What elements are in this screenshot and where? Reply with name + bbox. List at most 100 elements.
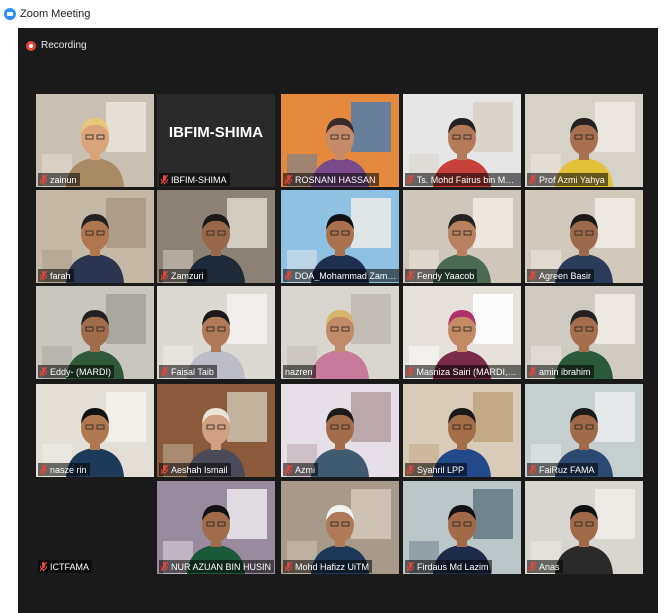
participant-name-bar: Masniza Sairi (MARDI, M...	[405, 365, 521, 378]
participant-name-bar: Eddy- (MARDI)	[38, 365, 115, 378]
participant-name: nasze rin	[50, 464, 87, 475]
mic-muted-icon	[528, 561, 537, 572]
participant-name: Mohd Hafizz UiTM	[295, 561, 370, 572]
participant-tile[interactable]: Syahril LPP	[403, 384, 521, 477]
mic-muted-icon	[406, 464, 415, 475]
mic-muted-icon	[528, 366, 537, 377]
participant-tile[interactable]: FaiRuz FAMA	[525, 384, 643, 477]
participant-tile[interactable]: Prof Azmi Yahya	[525, 94, 643, 187]
participant-name-bar: Syahril LPP	[405, 463, 468, 476]
participant-tile[interactable]: DOA_Mohammad Zamani	[281, 190, 399, 283]
participant-name: Firdaus Md Lazim	[417, 561, 489, 572]
mic-muted-icon	[406, 174, 415, 185]
participant-name-bar: Fendy Yaacob	[405, 269, 478, 282]
mic-muted-icon	[528, 464, 537, 475]
participant-tile[interactable]: Aeshah Ismail	[157, 384, 275, 477]
participant-name-bar: nasze rin	[38, 463, 90, 476]
mic-muted-icon	[160, 464, 169, 475]
participant-name: zainun	[50, 174, 77, 185]
mic-muted-icon	[160, 366, 169, 377]
participant-name: Syahril LPP	[417, 464, 465, 475]
meeting-stage: Recording zainun IBFIM-SHIMA IBFIM-SHIMA RO…	[18, 28, 658, 613]
participant-name: Faisal Taib	[171, 366, 214, 377]
participant-name: Anas	[539, 561, 560, 572]
participant-name: ROSNANI HASSAN	[295, 174, 376, 185]
participant-name-bar: Faisal Taib	[159, 365, 217, 378]
participant-name-bar: ICTFAMA	[38, 560, 93, 573]
mic-muted-icon	[39, 366, 48, 377]
mic-muted-icon	[406, 561, 415, 572]
participant-tile[interactable]: Ts. Mohd Fairus bin Moh...	[403, 94, 521, 187]
participant-tile[interactable]: nazren	[281, 286, 399, 379]
participant-tile[interactable]: farah	[36, 190, 154, 283]
mic-muted-icon	[528, 270, 537, 281]
participant-name: IBFIM-SHIMA	[171, 174, 227, 185]
participant-tile[interactable]: Mohd Hafizz UiTM	[281, 481, 399, 574]
participant-tile[interactable]: IBFIM-SHIMA IBFIM-SHIMA	[157, 94, 275, 187]
participant-name-bar: nazren	[283, 365, 316, 378]
mic-muted-icon	[284, 561, 293, 572]
participant-name: Fendy Yaacob	[417, 270, 475, 281]
participant-tile[interactable]: NUR AZUAN BIN HUSIN	[157, 481, 275, 574]
participant-name-bar: FaiRuz FAMA	[527, 463, 598, 476]
participant-name: Prof Azmi Yahya	[539, 174, 605, 185]
participant-tile[interactable]: Agreen Basir	[525, 190, 643, 283]
participant-tile[interactable]: Eddy- (MARDI)	[36, 286, 154, 379]
participant-tile[interactable]: Faisal Taib	[157, 286, 275, 379]
participant-tile[interactable]: nasze rin	[36, 384, 154, 477]
participant-name: NUR AZUAN BIN HUSIN	[171, 561, 272, 572]
mic-muted-icon	[284, 270, 293, 281]
participant-name-bar: DOA_Mohammad Zamani	[283, 269, 399, 282]
participant-tile[interactable]: Masniza Sairi (MARDI, M...	[403, 286, 521, 379]
video-gallery: zainun IBFIM-SHIMA IBFIM-SHIMA ROSNANI HASS…	[18, 28, 658, 613]
participant-name: amin ibrahim	[539, 366, 591, 377]
participant-name-bar: zainun	[38, 173, 80, 186]
mic-muted-icon	[39, 270, 48, 281]
mic-muted-icon	[284, 174, 293, 185]
participant-name: farah	[50, 270, 71, 281]
window-title: Zoom Meeting	[20, 8, 91, 20]
participant-tile[interactable]: Fendy Yaacob	[403, 190, 521, 283]
participant-tile[interactable]: ROSNANI HASSAN	[281, 94, 399, 187]
participant-name-bar: ROSNANI HASSAN	[283, 173, 379, 186]
mic-muted-icon	[406, 270, 415, 281]
participant-name: ICTFAMA	[50, 561, 90, 572]
participant-name: Eddy- (MARDI)	[50, 366, 112, 377]
participant-tile[interactable]: ICTFAMA	[36, 481, 154, 574]
participant-name-bar: Prof Azmi Yahya	[527, 173, 608, 186]
participant-name: Agreen Basir	[539, 270, 592, 281]
participant-name-bar: amin ibrahim	[527, 365, 594, 378]
participant-name-bar: Aeshah Ismail	[159, 463, 231, 476]
tile-banner-text: IBFIM-SHIMA	[168, 124, 264, 141]
mic-muted-icon	[39, 561, 48, 572]
participant-name-bar: Zamzuri	[159, 269, 207, 282]
participant-name-bar: Agreen Basir	[527, 269, 595, 282]
participant-name-bar: Ts. Mohd Fairus bin Moh...	[405, 173, 521, 186]
mic-muted-icon	[284, 464, 293, 475]
mic-muted-icon	[39, 464, 48, 475]
mic-muted-icon	[39, 174, 48, 185]
participant-tile[interactable]: Zamzuri	[157, 190, 275, 283]
participant-name: FaiRuz FAMA	[539, 464, 595, 475]
participant-name-bar: Firdaus Md Lazim	[405, 560, 492, 573]
window-titlebar: Zoom Meeting	[0, 0, 666, 28]
participant-tile[interactable]: Azmi	[281, 384, 399, 477]
participant-tile[interactable]: Firdaus Md Lazim	[403, 481, 521, 574]
participant-name: nazren	[285, 366, 313, 377]
participant-tile[interactable]: zainun	[36, 94, 154, 187]
participant-name: Ts. Mohd Fairus bin Moh...	[416, 174, 519, 185]
mic-muted-icon	[406, 366, 415, 377]
mic-muted-icon	[528, 174, 537, 185]
zoom-logo-icon	[4, 8, 16, 20]
participant-name-bar: IBFIM-SHIMA	[159, 173, 230, 186]
participant-name-bar: farah	[38, 269, 74, 282]
participant-name-bar: NUR AZUAN BIN HUSIN	[159, 560, 275, 573]
participant-name-bar: Azmi	[283, 463, 318, 476]
mic-muted-icon	[160, 270, 169, 281]
participant-name-bar: Anas	[527, 560, 563, 573]
mic-muted-icon	[160, 174, 169, 185]
participant-name: Aeshah Ismail	[171, 464, 228, 475]
participant-name: DOA_Mohammad Zamani	[294, 270, 397, 281]
participant-tile[interactable]: Anas	[525, 481, 643, 574]
participant-tile[interactable]: amin ibrahim	[525, 286, 643, 379]
